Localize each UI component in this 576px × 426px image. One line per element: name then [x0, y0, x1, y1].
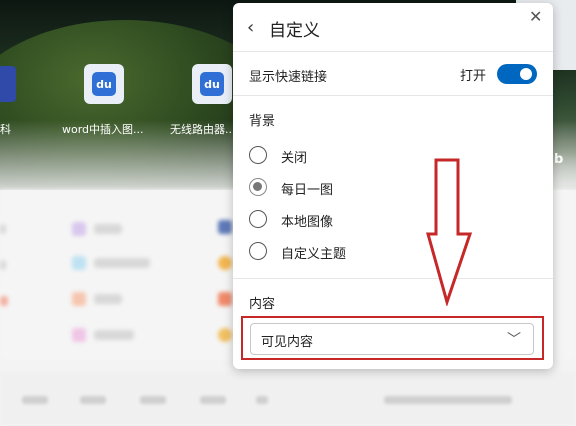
customize-panel: ‹ 自定义 ✕ 显示快速链接 打开 背景 关闭 每日一图 本地图像 自定义主题 … — [233, 3, 553, 369]
content-section-label: 内容 — [249, 297, 276, 312]
radio-label: 本地图像 — [281, 215, 334, 230]
background-section-label: 背景 — [249, 114, 276, 129]
radio-button-checked[interactable] — [249, 178, 267, 196]
radio-button[interactable] — [249, 146, 267, 164]
quick-link-label: 科 — [0, 123, 11, 136]
baidu-icon: du — [200, 72, 224, 96]
panel-title: 自定义 — [269, 21, 320, 41]
chevron-down-icon: ﹀ — [507, 332, 521, 348]
select-value: 可见内容 — [261, 335, 314, 350]
divider — [233, 95, 553, 96]
radio-button[interactable] — [249, 210, 267, 228]
quick-links-label: 显示快速链接 — [249, 70, 328, 85]
radio-label: 每日一图 — [281, 183, 334, 198]
radio-label: 关闭 — [281, 151, 308, 166]
quick-link-tile-partial[interactable] — [0, 66, 16, 102]
baidu-icon: du — [92, 72, 116, 96]
divider — [233, 278, 553, 279]
radio-button[interactable] — [249, 242, 267, 260]
quick-link-tile[interactable]: du — [84, 64, 124, 104]
quick-link-label: 无线路由器... — [170, 123, 236, 136]
quick-links-toggle[interactable] — [497, 64, 537, 84]
toggle-knob — [520, 68, 532, 80]
quick-links-state: 打开 — [460, 69, 487, 84]
divider — [233, 51, 553, 52]
bing-icon[interactable]: b — [554, 152, 563, 167]
quick-link-tile[interactable]: du — [192, 64, 232, 104]
content-visibility-select[interactable]: 可见内容 ﹀ — [250, 323, 534, 355]
quick-link-label: word中插入图... — [62, 123, 144, 136]
back-chevron-icon[interactable]: ‹ — [247, 17, 254, 38]
close-icon[interactable]: ✕ — [529, 7, 542, 26]
footer-blurred — [0, 372, 576, 426]
radio-label: 自定义主题 — [281, 247, 347, 262]
